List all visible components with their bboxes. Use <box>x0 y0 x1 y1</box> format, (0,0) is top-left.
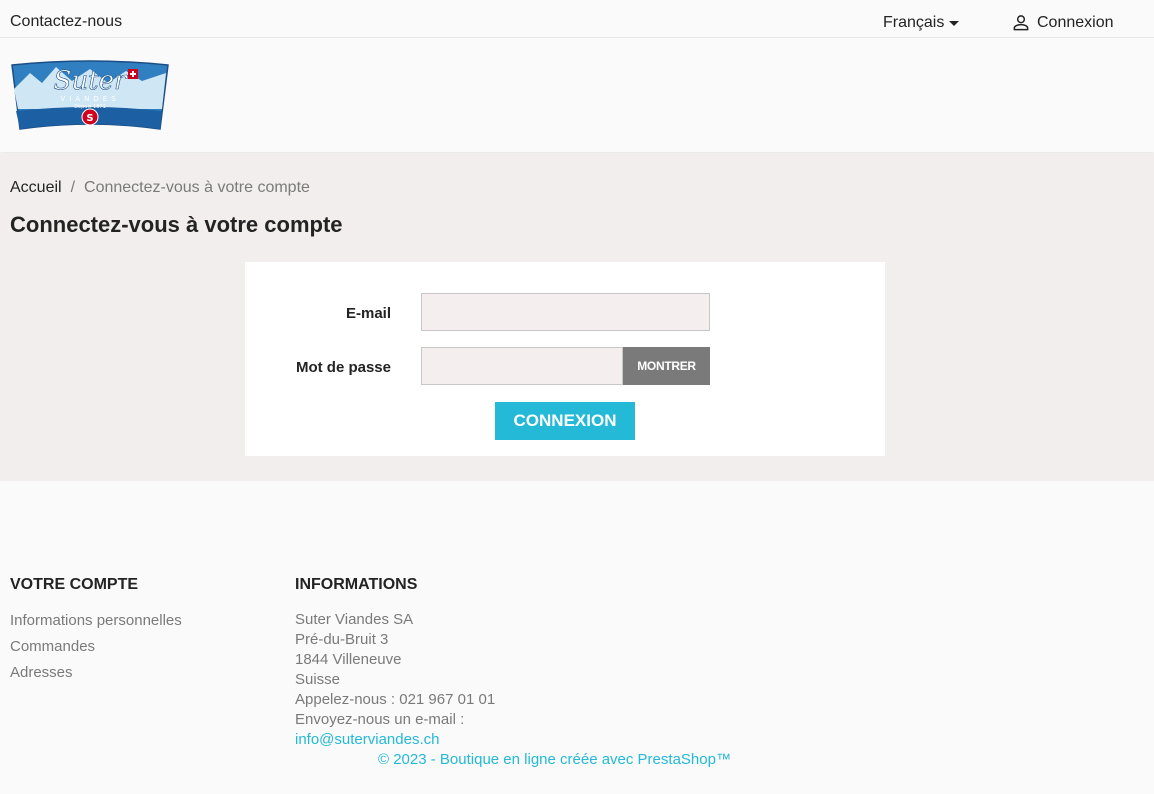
password-field[interactable] <box>421 347 623 385</box>
account-section-title: VOTRE COMPTE <box>10 576 139 593</box>
info-city: 1844 Villeneuve <box>295 651 402 668</box>
language-selector[interactable]: Français <box>883 14 960 32</box>
password-label: Mot de passe <box>295 359 391 376</box>
account-link-addresses[interactable]: Adresses <box>10 664 73 681</box>
email-field[interactable] <box>421 293 710 331</box>
breadcrumb: Accueil / Connectez-vous à votre compte <box>10 179 310 197</box>
info-email-link[interactable]: info@suterviandes.ch <box>295 731 439 748</box>
page-title: Connectez-vous à votre compte <box>10 212 343 237</box>
user-icon <box>1013 15 1029 31</box>
main-content: Accueil / Connectez-vous à votre compte … <box>0 153 1154 481</box>
info-email-label: Envoyez-nous un e-mail : <box>295 711 465 728</box>
login-submit-button[interactable]: CONNEXION <box>495 402 635 440</box>
suter-viandes-logo[interactable]: Suter VIANDES Depuis 1871 S <box>10 59 170 133</box>
email-label: E-mail <box>345 305 391 322</box>
copyright-link[interactable]: © 2023 - Boutique en ligne créée avec Pr… <box>378 751 731 768</box>
svg-text:Suter: Suter <box>54 66 128 96</box>
contact-link[interactable]: Contactez-nous <box>10 13 122 31</box>
info-street: Pré-du-Bruit 3 <box>295 631 389 648</box>
breadcrumb-home-link[interactable]: Accueil <box>10 179 62 197</box>
svg-text:S: S <box>86 113 93 124</box>
show-password-button[interactable]: MONTRER <box>623 347 710 385</box>
caret-down-icon <box>949 21 960 26</box>
info-phone: Appelez-nous : 021 967 01 01 <box>295 691 496 708</box>
info-company: Suter Viandes SA <box>295 611 414 628</box>
login-form: E-mail Mot de passe MONTRER CONNEXION <box>245 262 885 456</box>
account-link-orders[interactable]: Commandes <box>10 638 95 655</box>
account-link-personal-info[interactable]: Informations personnelles <box>10 612 182 629</box>
breadcrumb-current: Connectez-vous à votre compte <box>84 179 310 196</box>
login-label: Connexion <box>1037 14 1114 31</box>
breadcrumb-separator: / <box>70 179 76 196</box>
top-nav-bar: Contactez-nous Français Connexion <box>0 0 1154 38</box>
svg-text:VIANDES: VIANDES <box>60 95 119 103</box>
site-footer: VOTRE COMPTE Informations personnelles C… <box>0 481 1154 794</box>
language-label: Français <box>883 14 945 31</box>
login-link[interactable]: Connexion <box>1011 13 1114 33</box>
info-section-title: INFORMATIONS <box>295 576 418 593</box>
site-header: Suter VIANDES Depuis 1871 S <box>0 39 1154 152</box>
info-country: Suisse <box>295 671 341 688</box>
